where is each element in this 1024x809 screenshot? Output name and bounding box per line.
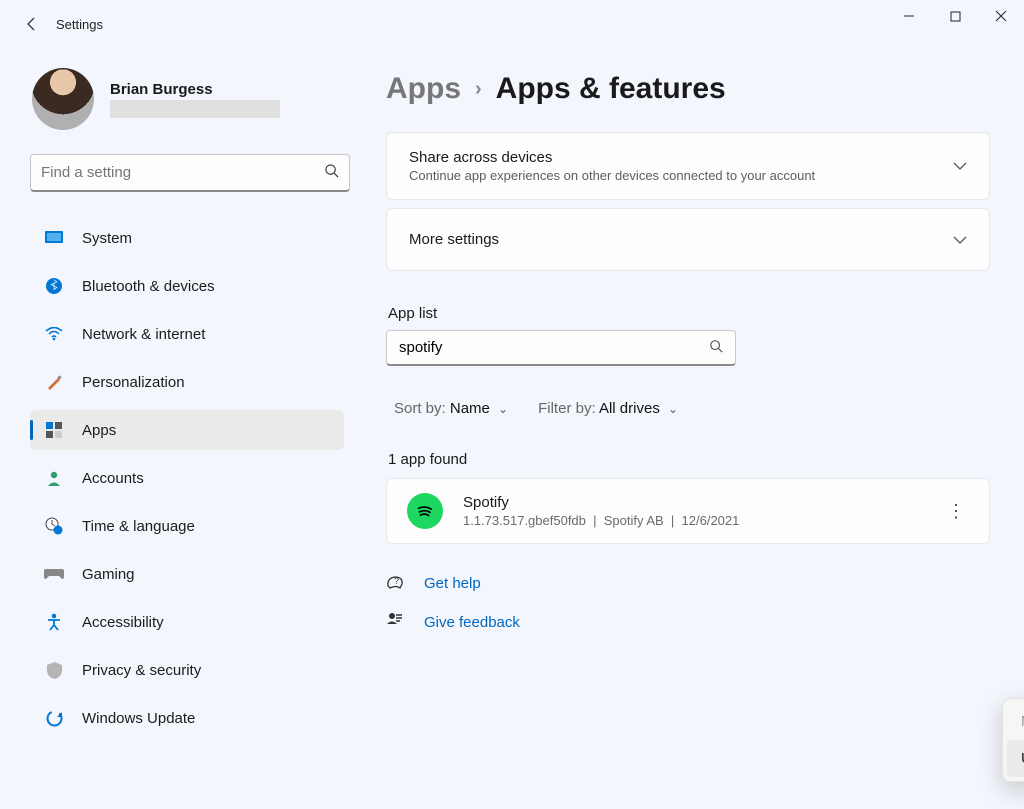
close-button[interactable] <box>978 0 1024 32</box>
nav-personalization[interactable]: Personalization <box>30 362 344 402</box>
app-search-input[interactable] <box>399 339 709 356</box>
app-title: Settings <box>56 17 103 32</box>
chevron-down-icon <box>953 232 967 248</box>
update-icon <box>44 708 64 728</box>
maximize-button[interactable] <box>932 0 978 32</box>
app-list-search[interactable] <box>386 330 736 366</box>
apps-found-count: 1 app found <box>388 451 990 468</box>
chevron-down-icon: ⌄ <box>668 402 678 416</box>
nav-label: Time & language <box>82 518 195 535</box>
nav-label: Network & internet <box>82 326 205 343</box>
nav-label: Privacy & security <box>82 662 201 679</box>
app-context-menu: Modify Uninstall <box>1002 698 1024 782</box>
app-name: Spotify <box>463 494 923 511</box>
nav-label: System <box>82 230 132 247</box>
chevron-right-icon: › <box>475 78 482 101</box>
system-icon <box>44 228 64 248</box>
minimize-button[interactable] <box>886 0 932 32</box>
wifi-icon <box>44 324 64 344</box>
nav-apps[interactable]: Apps <box>30 410 344 450</box>
nav-gaming[interactable]: Gaming <box>30 554 344 594</box>
clock-globe-icon <box>44 516 64 536</box>
nav-accessibility[interactable]: Accessibility <box>30 602 344 642</box>
nav-system[interactable]: System <box>30 218 344 258</box>
user-name: Brian Burgess <box>110 81 280 98</box>
nav-privacy[interactable]: Privacy & security <box>30 650 344 690</box>
nav-update[interactable]: Windows Update <box>30 698 344 738</box>
spotify-icon <box>407 493 443 529</box>
svg-text:?: ? <box>394 576 399 586</box>
nav-accounts[interactable]: Accounts <box>30 458 344 498</box>
nav-label: Bluetooth & devices <box>82 278 215 295</box>
card-title: More settings <box>409 231 953 248</box>
find-setting-input[interactable] <box>41 164 324 181</box>
person-icon <box>44 468 64 488</box>
chevron-down-icon: ⌄ <box>498 402 508 416</box>
bluetooth-icon <box>44 276 64 296</box>
nav-label: Gaming <box>82 566 135 583</box>
user-email-redacted <box>110 100 280 118</box>
nav-bluetooth[interactable]: Bluetooth & devices <box>30 266 344 306</box>
apps-icon <box>44 420 64 440</box>
nav-time[interactable]: Time & language <box>30 506 344 546</box>
share-devices-card[interactable]: Share across devices Continue app experi… <box>386 132 990 200</box>
app-item-spotify[interactable]: Spotify 1.1.73.517.gbef50fdb | Spotify A… <box>386 478 990 544</box>
search-icon <box>324 163 339 182</box>
nav-network[interactable]: Network & internet <box>30 314 344 354</box>
more-settings-card[interactable]: More settings <box>386 208 990 271</box>
feedback-icon <box>386 611 408 634</box>
filter-by-dropdown[interactable]: Filter by: All drives ⌄ <box>538 400 678 417</box>
brush-icon <box>44 372 64 392</box>
app-list-label: App list <box>388 305 990 322</box>
gamepad-icon <box>44 564 64 584</box>
card-subtitle: Continue app experiences on other device… <box>409 168 953 183</box>
chevron-down-icon <box>953 158 967 174</box>
nav-label: Windows Update <box>82 710 195 727</box>
page-title: Apps & features <box>496 72 726 106</box>
menu-uninstall[interactable]: Uninstall <box>1007 740 1024 777</box>
nav-label: Personalization <box>82 374 185 391</box>
back-button[interactable] <box>12 4 52 44</box>
search-icon <box>709 339 723 356</box>
shield-icon <box>44 660 64 680</box>
find-setting-search[interactable] <box>30 154 350 192</box>
nav-label: Accessibility <box>82 614 164 631</box>
app-more-button[interactable]: ⋮ <box>943 508 969 514</box>
card-title: Share across devices <box>409 149 953 166</box>
breadcrumb-parent[interactable]: Apps <box>386 72 461 106</box>
breadcrumb: Apps › Apps & features <box>386 72 990 106</box>
nav-label: Accounts <box>82 470 144 487</box>
give-feedback-link[interactable]: Give feedback <box>424 614 520 631</box>
accessibility-icon <box>44 612 64 632</box>
avatar[interactable] <box>32 68 94 130</box>
help-icon: ? <box>386 572 408 595</box>
nav-label: Apps <box>82 422 116 439</box>
get-help-link[interactable]: Get help <box>424 575 481 592</box>
app-details: 1.1.73.517.gbef50fdb | Spotify AB | 12/6… <box>463 513 923 528</box>
sort-by-dropdown[interactable]: Sort by: Name ⌄ <box>394 400 508 417</box>
menu-modify: Modify <box>1007 703 1024 740</box>
